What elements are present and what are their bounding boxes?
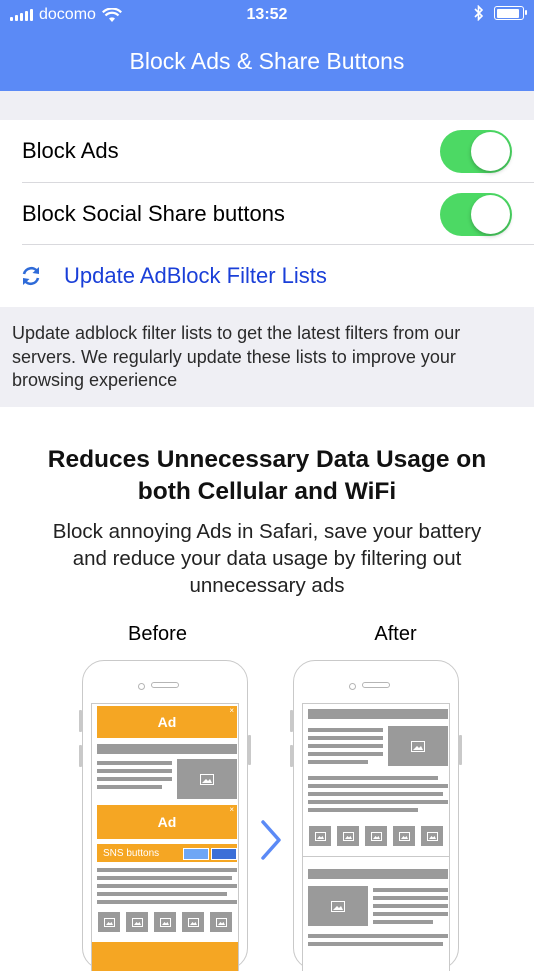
battery-icon (494, 6, 527, 20)
before-label: Before (128, 623, 187, 645)
update-filter-lists-button[interactable]: Update AdBlock Filter Lists (0, 245, 534, 307)
text-line (308, 709, 448, 719)
text-line (373, 920, 433, 924)
text-line (97, 744, 237, 754)
before-screen: Ad × Ad × SNS buttons (91, 703, 239, 971)
chevron-right-icon (261, 820, 281, 860)
share-button-illustration (183, 848, 209, 860)
thumbnail-icon (154, 912, 176, 932)
image-placeholder-icon (308, 886, 368, 926)
text-line (97, 777, 172, 781)
promo-title: Reduces Unnecessary Data Usage on both C… (20, 444, 514, 508)
page-title: Block Ads & Share Buttons (129, 48, 405, 74)
footer-text: Update adblock filter lists to get the l… (12, 323, 461, 390)
ad-banner-partial (92, 942, 238, 971)
phone-side-button (248, 735, 251, 765)
phone-camera (349, 683, 356, 690)
text-line (308, 744, 383, 748)
text-line (97, 868, 237, 872)
block-ads-label: Block Ads (22, 138, 119, 163)
bluetooth-icon (474, 5, 484, 21)
thumbnail-icon (210, 912, 232, 932)
text-line (308, 784, 448, 788)
text-line (308, 942, 443, 946)
thumbnail-icon (309, 826, 331, 846)
text-line (308, 800, 448, 804)
text-line (373, 912, 448, 916)
block-social-row: Block Social Share buttons (0, 183, 534, 245)
image-placeholder-icon (177, 759, 237, 799)
text-line (373, 888, 448, 892)
promo-text-line: Block annoying Ads in Safari, save your … (52, 520, 482, 543)
text-line (308, 792, 443, 796)
promo-text-line: and reduce your data usage by filtering … (72, 547, 462, 570)
image-placeholder-icon (388, 726, 448, 766)
sns-buttons-bar: SNS buttons (97, 844, 237, 862)
thumbnail-icon (393, 826, 415, 846)
sns-label: SNS buttons (103, 847, 160, 859)
thumbnail-icon (365, 826, 387, 846)
text-line (308, 752, 383, 756)
nav-bar: Block Ads & Share Buttons (0, 32, 534, 91)
before-phone-illustration: Ad × Ad × SNS buttons (82, 660, 248, 971)
after-label: After (374, 623, 417, 645)
section-spacer (0, 91, 534, 120)
update-filter-lists-label: Update AdBlock Filter Lists (64, 263, 327, 288)
promo-text-line: unnecessary ads (189, 574, 345, 597)
divider (303, 856, 449, 857)
phone-speaker (362, 682, 390, 688)
text-line (308, 808, 418, 812)
text-line (97, 900, 237, 904)
after-phone-illustration (293, 660, 459, 971)
ad-banner: Ad × (97, 706, 237, 738)
after-screen (302, 703, 450, 971)
section-footer: Update adblock filter lists to get the l… (0, 307, 534, 407)
text-line (373, 904, 448, 908)
text-line (97, 769, 172, 773)
ad-label: Ad (157, 814, 177, 830)
thumbnail-icon (182, 912, 204, 932)
thumbnail-icon (421, 826, 443, 846)
status-time: 13:52 (246, 6, 288, 23)
text-line (97, 761, 172, 765)
phone-side-button (459, 735, 462, 765)
ad-banner: Ad × (97, 805, 237, 839)
toggle-knob (471, 132, 510, 171)
phone-camera (138, 683, 145, 690)
text-line (308, 776, 438, 780)
text-line (308, 934, 448, 938)
block-social-label: Block Social Share buttons (22, 201, 285, 226)
thumbnail-icon (126, 912, 148, 932)
text-line (308, 728, 383, 732)
promo-description: Block annoying Ads in Safari, save your … (20, 518, 514, 599)
promo-title-line: Reduces Unnecessary Data Usage on (47, 446, 487, 473)
block-ads-toggle[interactable] (440, 130, 512, 173)
status-right (474, 5, 527, 21)
text-line (97, 892, 227, 896)
phone-speaker (151, 682, 179, 688)
block-social-toggle[interactable] (440, 193, 512, 236)
thumbnail-icon (337, 826, 359, 846)
text-line (308, 869, 448, 879)
promo-title-line: both Cellular and WiFi (137, 478, 397, 505)
text-line (97, 785, 162, 789)
text-line (373, 896, 448, 900)
ad-label: Ad (157, 714, 177, 730)
text-line (308, 736, 383, 740)
text-line (97, 884, 237, 888)
toggle-knob (471, 195, 510, 234)
share-button-illustration (211, 848, 237, 860)
thumbnail-icon (98, 912, 120, 932)
text-line (97, 876, 232, 880)
refresh-icon (22, 266, 40, 286)
status-bar: docomo 13:52 (0, 0, 534, 32)
text-line (308, 760, 368, 764)
block-ads-row: Block Ads (0, 120, 534, 182)
